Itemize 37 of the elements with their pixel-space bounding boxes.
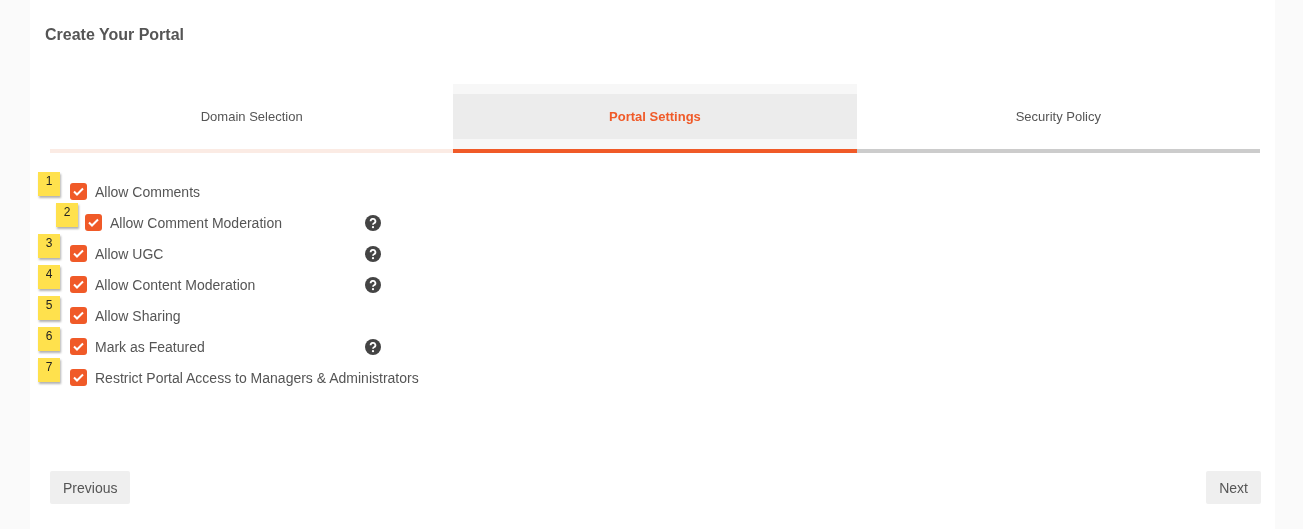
option-label: Restrict Portal Access to Managers & Administrators [95, 369, 419, 386]
checkbox[interactable] [85, 214, 102, 231]
number-badge: 3 [38, 234, 60, 258]
checkbox[interactable] [70, 276, 87, 293]
check-icon [73, 311, 84, 320]
checkbox[interactable] [70, 369, 87, 386]
checkbox[interactable] [70, 245, 87, 262]
help-icon[interactable] [365, 214, 381, 231]
help-icon[interactable] [365, 338, 381, 355]
option-label: Allow Content Moderation [95, 276, 257, 293]
check-icon [73, 342, 84, 351]
check-icon [88, 218, 99, 227]
number-badge: 7 [38, 358, 60, 382]
checkbox[interactable] [70, 338, 87, 355]
step-tab[interactable]: Security Policy [856, 94, 1260, 139]
option-label: Allow UGC [95, 245, 165, 262]
number-badge: 5 [38, 296, 60, 320]
option-label: Allow Sharing [95, 307, 182, 324]
option-label: Allow Comments [95, 183, 202, 200]
help-icon[interactable] [365, 245, 381, 262]
option-label: Allow Comment Moderation [110, 214, 283, 231]
checkbox[interactable] [70, 183, 87, 200]
next-button[interactable]: Next [1206, 471, 1261, 504]
number-badge: 4 [38, 265, 60, 289]
check-icon [73, 187, 84, 196]
number-badge: 1 [38, 172, 60, 196]
check-icon [73, 280, 84, 289]
number-badge: 6 [38, 327, 60, 351]
check-icon [73, 249, 84, 258]
help-icon[interactable] [365, 276, 381, 293]
previous-button[interactable]: Previous [50, 471, 131, 504]
step-tab[interactable]: Domain Selection [50, 94, 454, 139]
number-badge: 2 [56, 203, 78, 227]
option-label: Mark as Featured [95, 338, 206, 355]
checkbox[interactable] [70, 307, 87, 324]
page-title: Create Your Portal [45, 26, 185, 44]
check-icon [73, 373, 84, 382]
